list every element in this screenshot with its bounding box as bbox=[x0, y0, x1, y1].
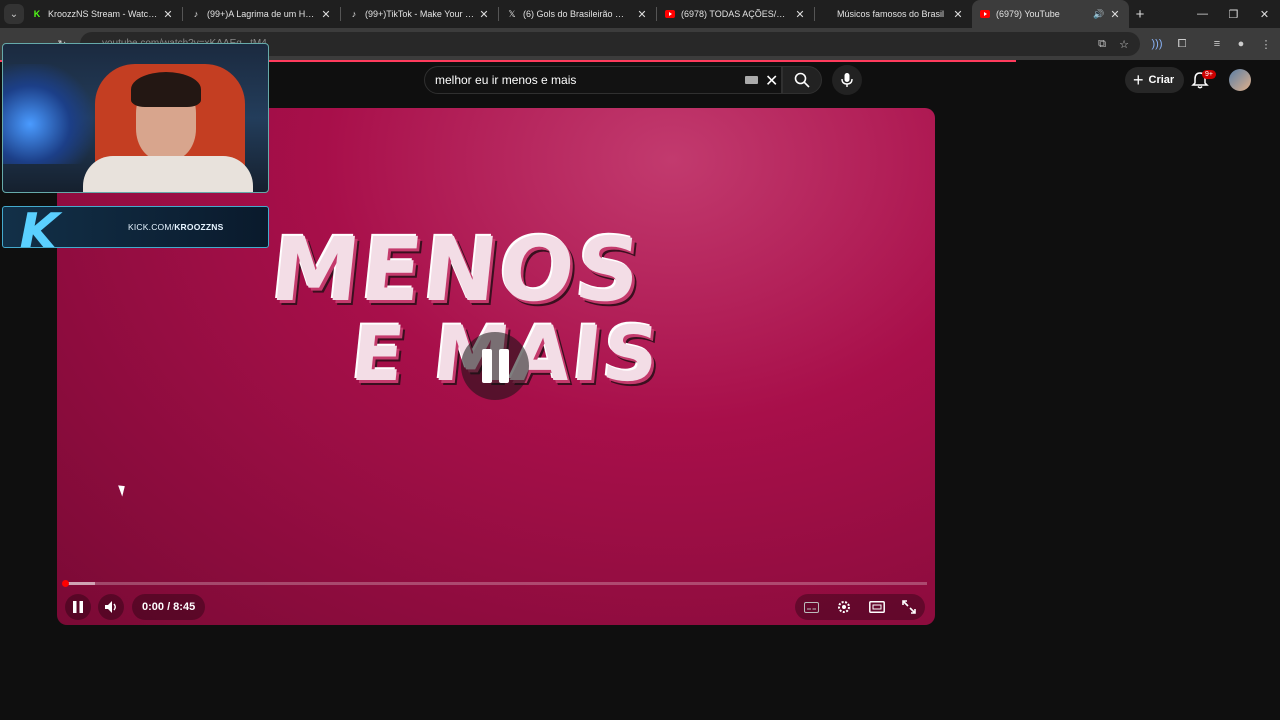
extensions-icon[interactable]: ⧠ bbox=[1172, 34, 1192, 54]
webcam-led-light bbox=[3, 64, 93, 164]
menu-icon[interactable]: ⋮ bbox=[1256, 34, 1276, 54]
avatar[interactable] bbox=[1229, 69, 1251, 91]
tiktok-icon: ♪ bbox=[351, 9, 357, 19]
keyboard-icon[interactable] bbox=[745, 76, 758, 84]
tab-title: (6979) YouTube bbox=[996, 9, 1060, 19]
time-display: 0:00 / 8:45 bbox=[132, 594, 206, 620]
tab-musicos[interactable]: Músicos famosos do Brasil ✕ bbox=[815, 0, 972, 28]
youtube-icon bbox=[665, 9, 675, 19]
media-queue-icon[interactable]: ≡ bbox=[1207, 34, 1227, 54]
close-window-icon[interactable]: ✕ bbox=[1249, 0, 1280, 28]
minimize-icon[interactable]: — bbox=[1187, 0, 1218, 28]
logo-line-1: MENOS bbox=[266, 218, 647, 321]
pause-overlay-icon[interactable] bbox=[461, 332, 529, 400]
install-icon[interactable]: ⧉ bbox=[1092, 34, 1112, 54]
voice-search-button[interactable] bbox=[832, 65, 862, 95]
subtitles-icon[interactable] bbox=[803, 601, 819, 613]
search-button[interactable] bbox=[782, 66, 822, 94]
clear-search-icon[interactable]: ✕ bbox=[765, 71, 778, 91]
youtube-search-box[interactable]: ✕ bbox=[424, 66, 782, 94]
profile-icon[interactable]: ● bbox=[1231, 34, 1251, 54]
tab-youtube-6978[interactable]: (6978) TODAS AÇÕES/QUEBRA ✕ bbox=[657, 0, 814, 28]
tab-title: (6) Gols do Brasileirão 🇧🇷 no bbox=[523, 8, 632, 19]
banner-username: KROOZZNS bbox=[174, 222, 224, 232]
webcam-headset bbox=[131, 72, 201, 107]
browser-tabstrip: ⌄ K KroozzNS Stream - Watch Live o ✕ ♪ (… bbox=[0, 0, 1280, 28]
tab-title: Músicos famosos do Brasil bbox=[837, 9, 945, 19]
close-icon[interactable]: ✕ bbox=[952, 8, 964, 21]
kick-channel-banner: K KICK.COM/KROOZZNS bbox=[2, 206, 269, 248]
bookmark-star-icon[interactable]: ☆ bbox=[1114, 34, 1134, 54]
close-icon[interactable]: ✕ bbox=[636, 8, 648, 21]
window-controls: — ❐ ✕ bbox=[1187, 0, 1280, 28]
mute-button[interactable] bbox=[98, 594, 124, 620]
x-icon: 𝕏 bbox=[508, 8, 516, 19]
tab-x-gols[interactable]: 𝕏 (6) Gols do Brasileirão 🇧🇷 no ✕ bbox=[499, 0, 656, 28]
webcam-body bbox=[83, 156, 253, 192]
plus-icon: + bbox=[1133, 69, 1144, 90]
tab-search-button[interactable]: ⌄ bbox=[4, 4, 24, 24]
tab-title: KroozzNS Stream - Watch Live o bbox=[48, 9, 158, 19]
search-input[interactable] bbox=[435, 73, 735, 87]
microphone-icon bbox=[841, 73, 853, 87]
close-icon[interactable]: ✕ bbox=[478, 8, 490, 21]
banner-prefix: KICK.COM/ bbox=[128, 222, 175, 232]
banner-text: KICK.COM/KROOZZNS bbox=[128, 222, 224, 232]
chevron-down-icon: ⌄ bbox=[9, 8, 19, 20]
pause-icon bbox=[73, 601, 83, 613]
speaker-icon[interactable]: 🔊 bbox=[1093, 9, 1105, 20]
tab-title: (99+)TikTok - Make Your Day bbox=[365, 9, 474, 19]
media-icon[interactable]: ))) bbox=[1147, 34, 1167, 54]
restore-icon[interactable]: ❐ bbox=[1218, 0, 1249, 28]
tab-tiktok-lagrima[interactable]: ♪ (99+)A Lagrima de um Homem ✕ bbox=[183, 0, 340, 28]
tab-title: (6978) TODAS AÇÕES/QUEBRA bbox=[681, 9, 790, 19]
play-pause-button[interactable] bbox=[65, 594, 91, 620]
close-icon[interactable]: ✕ bbox=[794, 8, 806, 21]
close-icon[interactable]: ✕ bbox=[320, 8, 332, 21]
create-label: Criar bbox=[1148, 74, 1175, 86]
new-tab-button[interactable]: + bbox=[1129, 6, 1151, 23]
settings-gear-icon[interactable] bbox=[836, 599, 852, 615]
buffer-bar bbox=[65, 582, 95, 585]
close-icon[interactable]: ✕ bbox=[162, 8, 174, 21]
tab-youtube-active[interactable]: (6979) YouTube 🔊 ✕ bbox=[972, 0, 1129, 28]
tab-tiktok[interactable]: ♪ (99+)TikTok - Make Your Day ✕ bbox=[341, 0, 498, 28]
streamer-webcam-overlay bbox=[2, 43, 269, 193]
fullscreen-icon[interactable] bbox=[902, 600, 917, 614]
close-icon[interactable]: ✕ bbox=[1109, 8, 1121, 21]
volume-icon bbox=[105, 601, 116, 613]
create-button[interactable]: + Criar bbox=[1125, 67, 1185, 93]
tab-title: (99+)A Lagrima de um Homem bbox=[207, 9, 316, 19]
time-text: 0:00 / 8:45 bbox=[142, 601, 196, 613]
youtube-icon bbox=[980, 9, 990, 19]
kick-icon: K bbox=[33, 9, 41, 19]
progress-bar[interactable] bbox=[62, 580, 927, 587]
search-icon bbox=[794, 72, 810, 88]
notification-badge: 9+ bbox=[1202, 70, 1216, 79]
kick-logo: K bbox=[19, 206, 60, 248]
theater-mode-icon[interactable] bbox=[869, 601, 886, 613]
tiktok-icon: ♪ bbox=[193, 9, 199, 19]
scrubber-handle[interactable] bbox=[62, 580, 69, 587]
tab-kick-stream[interactable]: K KroozzNS Stream - Watch Live o ✕ bbox=[24, 0, 182, 28]
right-controls bbox=[795, 594, 925, 620]
